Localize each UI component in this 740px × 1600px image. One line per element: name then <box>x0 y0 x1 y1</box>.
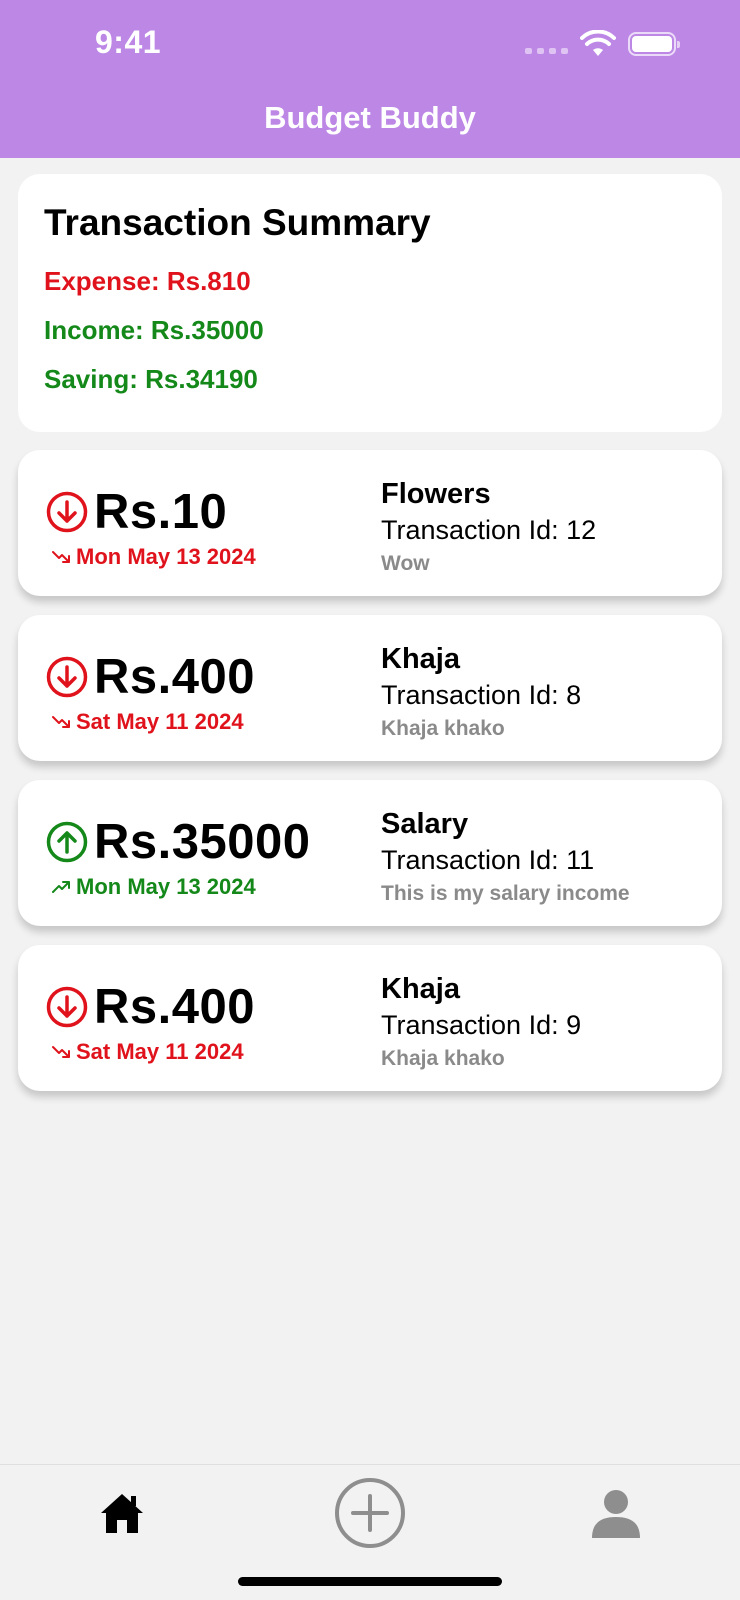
saving-total: Saving: Rs.34190 <box>44 364 258 394</box>
transaction-date: Sat May 11 2024 <box>76 709 244 734</box>
transaction-date: Sat May 11 2024 <box>76 1039 244 1064</box>
transaction-amount: Rs.400 <box>94 650 256 704</box>
transaction-date: Mon May 13 2024 <box>76 874 256 899</box>
transaction-name: Khaja <box>381 973 460 1005</box>
transaction-card[interactable]: Rs.400 Sat May 11 2024 Khaja Transaction… <box>18 615 722 761</box>
transaction-name: Flowers <box>381 478 491 510</box>
transaction-id: Transaction Id: 11 <box>381 845 595 875</box>
transaction-note: Khaja khako <box>381 717 505 740</box>
summary-title: Transaction Summary <box>44 202 431 243</box>
signal-icon <box>525 32 568 56</box>
wifi-icon <box>580 30 616 56</box>
transaction-name: Khaja <box>381 643 460 675</box>
expense-total: Expense: Rs.810 <box>44 266 251 296</box>
trending-down-icon <box>52 551 70 563</box>
person-icon <box>592 1490 640 1538</box>
app-title: Budget Buddy <box>264 100 476 135</box>
arrow-down-circle-icon <box>46 656 88 698</box>
home-icon <box>101 1494 143 1533</box>
transaction-id: Transaction Id: 8 <box>381 680 582 710</box>
transaction-note: Wow <box>381 552 430 575</box>
transaction-amount: Rs.400 <box>94 980 256 1034</box>
arrow-down-circle-icon <box>46 986 88 1028</box>
transaction-card[interactable]: Rs.10 Mon May 13 2024 Flowers Transactio… <box>18 450 722 596</box>
status-icons <box>525 30 680 58</box>
battery-icon <box>628 32 680 56</box>
tab-profile[interactable] <box>576 1473 656 1553</box>
arrow-down-circle-icon <box>46 491 88 533</box>
transaction-note: This is my salary income <box>381 882 630 905</box>
transaction-id: Transaction Id: 12 <box>381 515 597 545</box>
transaction-amount: Rs.35000 <box>94 815 311 869</box>
app-screen: 9:41 Budget Buddy Transaction Summary Ex… <box>0 0 740 1600</box>
trending-down-icon <box>52 716 70 728</box>
status-time: 9:41 <box>95 24 162 60</box>
transaction-amount: Rs.10 <box>94 485 228 539</box>
income-total: Income: Rs.35000 <box>44 315 264 345</box>
transaction-card[interactable]: Rs.35000 Mon May 13 2024 Salary Transact… <box>18 780 722 926</box>
transaction-note: Khaja khako <box>381 1047 505 1070</box>
arrow-up-circle-icon <box>46 821 88 863</box>
transaction-name: Salary <box>381 808 469 840</box>
transaction-date: Mon May 13 2024 <box>76 544 256 569</box>
transaction-id: Transaction Id: 9 <box>381 1010 582 1040</box>
tab-home[interactable] <box>82 1473 162 1553</box>
bottom-tab-bar <box>0 1464 740 1600</box>
add-circle-icon <box>335 1478 405 1548</box>
trending-up-icon <box>52 881 70 893</box>
header-bar: 9:41 Budget Buddy <box>0 0 740 158</box>
trending-down-icon <box>52 1046 70 1058</box>
transaction-list: Rs.10 Mon May 13 2024 Flowers Transactio… <box>18 450 722 1110</box>
home-indicator <box>238 1577 502 1586</box>
transaction-card[interactable]: Rs.400 Sat May 11 2024 Khaja Transaction… <box>18 945 722 1091</box>
transaction-summary-card: Transaction Summary Expense: Rs.810 Inco… <box>18 174 722 432</box>
tab-add[interactable] <box>330 1473 410 1553</box>
